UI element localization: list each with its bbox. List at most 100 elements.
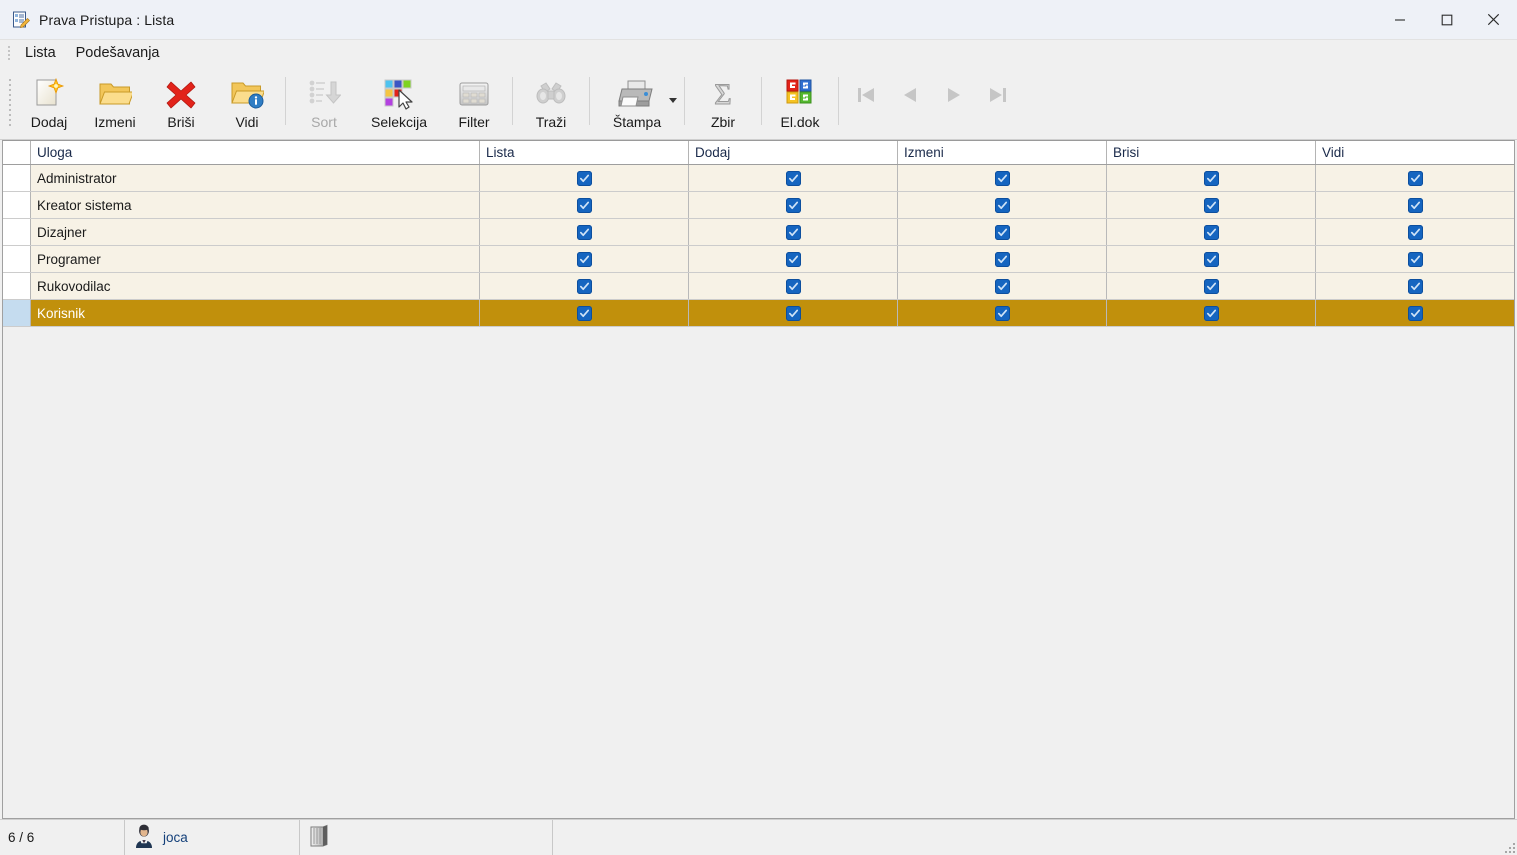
- maximize-button[interactable]: [1423, 0, 1470, 40]
- checkbox-lista-checked[interactable]: [576, 197, 592, 213]
- toolbar-button-stampa[interactable]: Štampa: [595, 69, 679, 135]
- checkbox-brisi-checked[interactable]: [1203, 170, 1219, 186]
- row-selector-gutter[interactable]: [3, 219, 31, 245]
- cell-dodaj[interactable]: [689, 219, 898, 245]
- grid-body[interactable]: Administrator Kreator sistema Dizajner Prog…: [3, 165, 1514, 327]
- cell-uloga[interactable]: Korisnik: [31, 300, 480, 326]
- checkbox-izmeni-checked[interactable]: [994, 278, 1010, 294]
- cell-izmeni[interactable]: [898, 273, 1107, 299]
- cell-brisi[interactable]: [1107, 273, 1316, 299]
- grid-header-dodaj[interactable]: Dodaj: [689, 141, 898, 164]
- previous-record-button[interactable]: [888, 69, 932, 135]
- first-record-button[interactable]: [844, 69, 888, 135]
- table-row[interactable]: Administrator: [3, 165, 1514, 192]
- checkbox-lista-checked[interactable]: [576, 251, 592, 267]
- cell-izmeni[interactable]: [898, 300, 1107, 326]
- checkbox-vidi-checked[interactable]: [1408, 278, 1423, 294]
- menu-lista[interactable]: Lista: [16, 42, 65, 64]
- cell-dodaj[interactable]: [689, 246, 898, 272]
- cell-izmeni[interactable]: [898, 219, 1107, 245]
- checkbox-izmeni-checked[interactable]: [994, 251, 1010, 267]
- grid-header-brisi[interactable]: Brisi: [1107, 141, 1316, 164]
- checkbox-vidi-checked[interactable]: [1408, 224, 1423, 240]
- grid-header-vidi[interactable]: Vidi: [1316, 141, 1514, 164]
- table-row[interactable]: Dizajner: [3, 219, 1514, 246]
- data-grid[interactable]: Uloga Lista Dodaj Izmeni Brisi Vidi Administr…: [2, 140, 1515, 819]
- chevron-down-icon[interactable]: [669, 98, 677, 103]
- row-selector-gutter[interactable]: [3, 273, 31, 299]
- cell-lista[interactable]: [480, 300, 689, 326]
- grid-header-uloga[interactable]: Uloga: [31, 141, 480, 164]
- cell-brisi[interactable]: [1107, 300, 1316, 326]
- table-row[interactable]: Kreator sistema: [3, 192, 1514, 219]
- row-selector-gutter[interactable]: [3, 192, 31, 218]
- checkbox-izmeni-checked[interactable]: [994, 305, 1010, 321]
- window-resize-grip[interactable]: [1503, 841, 1515, 853]
- checkbox-brisi-checked[interactable]: [1203, 305, 1219, 321]
- grid-header-izmeni[interactable]: Izmeni: [898, 141, 1107, 164]
- cell-uloga[interactable]: Dizajner: [31, 219, 480, 245]
- toolbar-button-trazi[interactable]: Traži: [518, 69, 584, 135]
- table-row[interactable]: Programer: [3, 246, 1514, 273]
- checkbox-lista-checked[interactable]: [576, 170, 592, 186]
- toolbar-button-dodaj[interactable]: Dodaj: [16, 69, 82, 135]
- checkbox-dodaj-checked[interactable]: [785, 305, 801, 321]
- cell-dodaj[interactable]: [689, 273, 898, 299]
- checkbox-brisi-checked[interactable]: [1203, 197, 1219, 213]
- cell-dodaj[interactable]: [689, 165, 898, 191]
- checkbox-izmeni-checked[interactable]: [994, 197, 1010, 213]
- cell-lista[interactable]: [480, 165, 689, 191]
- cell-izmeni[interactable]: [898, 165, 1107, 191]
- grid-header-lista[interactable]: Lista: [480, 141, 689, 164]
- table-row[interactable]: Rukovodilac: [3, 273, 1514, 300]
- toolbar-button-sort[interactable]: Sort: [291, 69, 357, 135]
- cell-dodaj[interactable]: [689, 300, 898, 326]
- checkbox-dodaj-checked[interactable]: [785, 278, 801, 294]
- checkbox-dodaj-checked[interactable]: [785, 224, 801, 240]
- toolbar-button-brisi[interactable]: Briši: [148, 69, 214, 135]
- checkbox-izmeni-checked[interactable]: [994, 170, 1010, 186]
- checkbox-dodaj-checked[interactable]: [785, 197, 801, 213]
- cell-brisi[interactable]: [1107, 219, 1316, 245]
- checkbox-dodaj-checked[interactable]: [785, 170, 801, 186]
- checkbox-brisi-checked[interactable]: [1203, 251, 1219, 267]
- minimize-button[interactable]: [1376, 0, 1423, 40]
- cell-lista[interactable]: [480, 246, 689, 272]
- toolbar-button-filter[interactable]: Filter: [441, 69, 507, 135]
- cell-uloga[interactable]: Administrator: [31, 165, 480, 191]
- toolbar-button-vidi[interactable]: Vidi: [214, 69, 280, 135]
- row-selector-gutter[interactable]: [3, 165, 31, 191]
- cell-lista[interactable]: [480, 219, 689, 245]
- cell-vidi[interactable]: [1316, 273, 1514, 299]
- cell-vidi[interactable]: [1316, 300, 1514, 326]
- last-record-button[interactable]: [976, 69, 1020, 135]
- cell-vidi[interactable]: [1316, 192, 1514, 218]
- table-row[interactable]: Korisnik: [3, 300, 1514, 327]
- checkbox-vidi-checked[interactable]: [1408, 251, 1423, 267]
- cell-brisi[interactable]: [1107, 192, 1316, 218]
- close-button[interactable]: [1470, 0, 1517, 40]
- cell-vidi[interactable]: [1316, 219, 1514, 245]
- cell-dodaj[interactable]: [689, 192, 898, 218]
- checkbox-lista-checked[interactable]: [576, 305, 592, 321]
- cell-uloga[interactable]: Kreator sistema: [31, 192, 480, 218]
- cell-uloga[interactable]: Programer: [31, 246, 480, 272]
- toolbar-button-izmeni[interactable]: Izmeni: [82, 69, 148, 135]
- row-selector-gutter[interactable]: [3, 246, 31, 272]
- cell-vidi[interactable]: [1316, 165, 1514, 191]
- checkbox-vidi-checked[interactable]: [1408, 305, 1423, 321]
- menu-podesavanja[interactable]: Podešavanja: [67, 42, 169, 64]
- current-user-panel[interactable]: joca: [125, 820, 300, 855]
- checkbox-brisi-checked[interactable]: [1203, 224, 1219, 240]
- toolbar-button-eldok[interactable]: El.dok: [767, 69, 833, 135]
- checkbox-dodaj-checked[interactable]: [785, 251, 801, 267]
- cell-brisi[interactable]: [1107, 246, 1316, 272]
- toolbar-button-zbir[interactable]: Σ Zbir: [690, 69, 756, 135]
- next-record-button[interactable]: [932, 69, 976, 135]
- checkbox-lista-checked[interactable]: [576, 224, 592, 240]
- checkbox-vidi-checked[interactable]: [1408, 170, 1423, 186]
- cell-izmeni[interactable]: [898, 246, 1107, 272]
- cell-vidi[interactable]: [1316, 246, 1514, 272]
- toolbar-button-selekcija[interactable]: Selekcija: [357, 69, 441, 135]
- cell-lista[interactable]: [480, 273, 689, 299]
